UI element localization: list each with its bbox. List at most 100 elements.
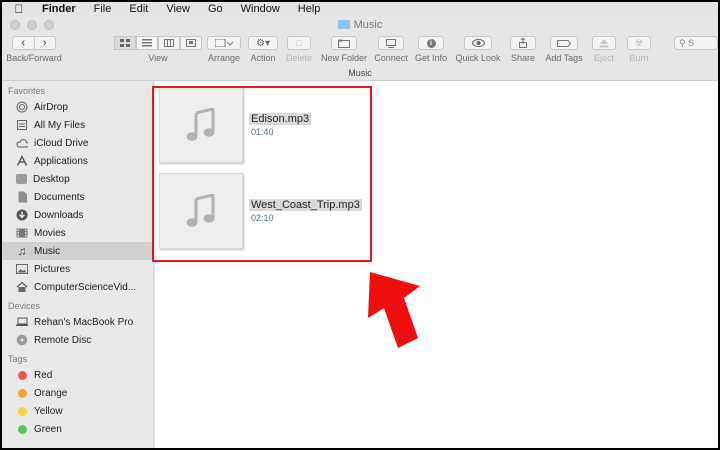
- arrange-button[interactable]: [207, 36, 241, 50]
- icon-view-icon[interactable]: [114, 36, 136, 50]
- all-files-icon: [16, 119, 28, 131]
- home-icon: [16, 281, 28, 293]
- get-info-button[interactable]: i: [418, 36, 444, 50]
- sidebar-item-label: AirDrop: [34, 101, 68, 113]
- trash-icon: □: [296, 38, 302, 48]
- cloud-icon: [16, 137, 28, 149]
- sidebar-item-label: Pictures: [34, 263, 71, 275]
- connect-button[interactable]: [378, 36, 404, 50]
- red-arrow-icon: [368, 272, 420, 348]
- sidebar-item-home-folder[interactable]: ComputerScienceVid...: [2, 278, 153, 296]
- sidebar-item-movies[interactable]: Movies: [2, 224, 153, 242]
- sidebar-item-label: Rehan's MacBook Pro: [34, 316, 134, 328]
- get-info-group: i Get Info: [414, 36, 448, 63]
- window-title: Music: [2, 19, 718, 31]
- sidebar-item-label: iCloud Drive: [34, 137, 89, 149]
- path-bar: Music: [2, 66, 718, 81]
- sidebar-item-tag-red[interactable]: Red: [2, 366, 153, 384]
- burn-group: ☢ Burn: [624, 36, 654, 63]
- sidebar-item-macbook-pro[interactable]: Rehan's MacBook Pro: [2, 313, 153, 331]
- eject-button[interactable]: [592, 36, 616, 50]
- arrange-label: Arrange: [207, 53, 241, 63]
- monitor-icon: [386, 38, 396, 48]
- sidebar-item-label: Applications: [34, 155, 88, 167]
- sidebar-item-applications[interactable]: Applications: [2, 152, 153, 170]
- view-label: View: [148, 53, 168, 63]
- share-label: Share: [510, 53, 536, 63]
- menu-file[interactable]: File: [94, 3, 112, 15]
- delete-group: □ Delete: [284, 36, 314, 63]
- connect-group: Connect: [372, 36, 410, 63]
- sidebar-item-documents[interactable]: Documents: [2, 188, 153, 206]
- add-tags-label: Add Tags: [545, 53, 583, 63]
- new-folder-button[interactable]: [331, 36, 357, 50]
- sidebar-item-tag-orange[interactable]: Orange: [2, 384, 153, 402]
- share-button[interactable]: [510, 36, 536, 50]
- menu-go[interactable]: Go: [208, 3, 223, 15]
- movies-icon: [16, 227, 28, 239]
- sidebar-item-label: Yellow: [34, 405, 63, 417]
- sidebar-item-label: ComputerScienceVid...: [34, 281, 137, 293]
- window-title-text: Music: [353, 19, 383, 31]
- music-note-icon: ♫: [17, 244, 27, 258]
- forward-icon[interactable]: ›: [35, 37, 56, 49]
- airdrop-icon: [16, 101, 28, 113]
- menu-bar:  Finder File Edit View Go Window Help: [2, 2, 718, 16]
- desktop-icon: [16, 174, 27, 184]
- action-label: Action: [250, 53, 276, 63]
- sidebar-item-downloads[interactable]: Downloads: [2, 206, 153, 224]
- sidebar-item-label: Red: [34, 369, 53, 381]
- list-view-icon[interactable]: [136, 36, 158, 50]
- arrange-group: Arrange: [204, 36, 244, 63]
- cover-flow-view-icon[interactable]: [180, 36, 202, 50]
- sidebar-item-airdrop[interactable]: AirDrop: [2, 98, 153, 116]
- sidebar-item-music[interactable]: ♫ Music: [2, 242, 153, 260]
- laptop-icon: [16, 316, 28, 328]
- share-group: Share: [508, 36, 538, 63]
- menu-window[interactable]: Window: [241, 3, 280, 15]
- menu-help[interactable]: Help: [298, 3, 321, 15]
- eject-label: Eject: [593, 53, 614, 63]
- burn-button[interactable]: ☢: [627, 36, 651, 50]
- back-forward-label: Back/Forward: [6, 53, 62, 63]
- search-field[interactable]: ⚲ S: [674, 36, 718, 50]
- sidebar-item-label: Desktop: [33, 173, 70, 185]
- disc-icon: [16, 334, 28, 346]
- apple-icon[interactable]: : [12, 2, 26, 16]
- sidebar-item-icloud-drive[interactable]: iCloud Drive: [2, 134, 153, 152]
- sidebar-item-remote-disc[interactable]: Remote Disc: [2, 331, 153, 349]
- burn-icon: ☢: [634, 37, 644, 48]
- sidebar-item-pictures[interactable]: Pictures: [2, 260, 153, 278]
- search-icon: ⚲ S: [679, 37, 695, 48]
- eject-icon: [599, 39, 609, 47]
- back-forward-buttons[interactable]: ‹ ›: [12, 36, 56, 50]
- delete-label: Delete: [285, 53, 312, 63]
- back-icon[interactable]: ‹: [13, 37, 35, 49]
- add-tags-button[interactable]: [550, 36, 578, 50]
- column-view-icon[interactable]: [158, 36, 180, 50]
- menu-finder[interactable]: Finder: [42, 3, 76, 15]
- new-folder-label: New Folder: [320, 53, 367, 63]
- sidebar-item-label: Documents: [34, 191, 85, 203]
- connect-label: Connect: [374, 53, 408, 63]
- get-info-label: Get Info: [414, 53, 448, 63]
- delete-button[interactable]: □: [287, 36, 311, 50]
- sidebar-item-all-my-files[interactable]: All My Files: [2, 116, 153, 134]
- menu-edit[interactable]: Edit: [129, 3, 148, 15]
- orange-tag-dot-icon: [18, 388, 27, 398]
- view-segmented-control[interactable]: [114, 36, 202, 50]
- sidebar-item-label: Green: [34, 423, 62, 435]
- sidebar-item-tag-green[interactable]: Green: [2, 420, 153, 438]
- action-button[interactable]: ⚙▾: [248, 36, 278, 50]
- highlight-box: [152, 86, 372, 262]
- toolbar: ‹ › Back/Forward View Arrange ⚙▾ Action …: [2, 34, 718, 66]
- sidebar-item-desktop[interactable]: Desktop: [2, 170, 153, 188]
- menu-view[interactable]: View: [166, 3, 190, 15]
- path-bar-label: Music: [348, 68, 372, 78]
- sidebar-item-tag-yellow[interactable]: Yellow: [2, 402, 153, 420]
- sidebar: Favorites AirDrop All My Files iCloud Dr…: [2, 81, 154, 448]
- sidebar-item-label: Downloads: [34, 209, 84, 221]
- eye-icon: [471, 39, 485, 47]
- new-folder-icon: [338, 39, 350, 48]
- quick-look-button[interactable]: [464, 36, 492, 50]
